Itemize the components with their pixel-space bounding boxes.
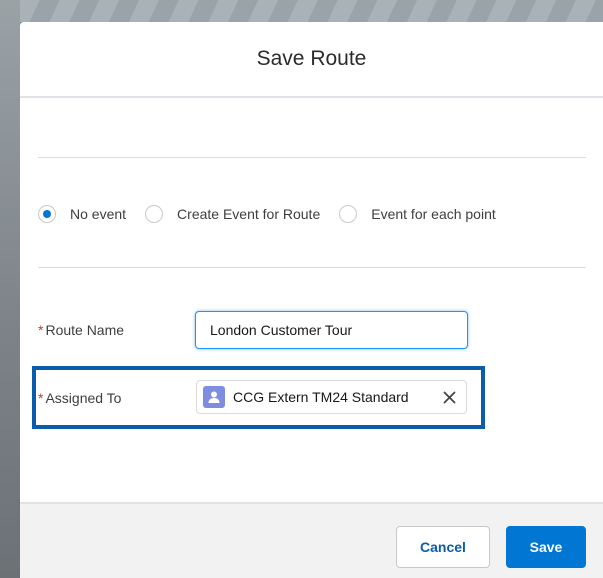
divider (38, 157, 586, 158)
required-marker: * (38, 322, 44, 338)
close-icon[interactable] (443, 391, 456, 404)
save-route-modal: Save Route No event Create Event for Rou… (20, 22, 603, 578)
radio-dot-icon (43, 210, 51, 218)
assigned-to-value: CCG Extern TM24 Standard (233, 389, 409, 405)
route-name-input[interactable] (195, 311, 468, 349)
radio-unchecked-icon[interactable] (145, 205, 164, 223)
user-avatar-icon (203, 386, 225, 408)
save-button[interactable]: Save (506, 526, 586, 568)
radio-event-for-each-point[interactable]: Event for each point (339, 205, 496, 223)
modal-title: Save Route (256, 47, 367, 70)
assigned-to-label-text: Assigned To (45, 390, 122, 406)
radio-no-event[interactable]: No event (38, 205, 126, 223)
radio-label: Create Event for Route (177, 206, 321, 222)
modal-header: Save Route (20, 22, 603, 98)
radio-label: Event for each point (371, 206, 496, 222)
map-background (0, 0, 603, 22)
assigned-to-label: * Assigned To (38, 390, 121, 406)
map-background-left (0, 0, 20, 578)
route-name-label: * Route Name (38, 322, 124, 338)
user-icon (208, 391, 220, 403)
radio-create-event-for-route[interactable]: Create Event for Route (145, 205, 320, 223)
radio-label: No event (70, 206, 127, 222)
divider (38, 267, 586, 268)
event-radio-group: No event Create Event for Route Event fo… (38, 202, 515, 226)
radio-unchecked-icon[interactable] (339, 205, 358, 223)
assigned-to-pill[interactable]: CCG Extern TM24 Standard (196, 380, 467, 414)
cancel-button[interactable]: Cancel (396, 526, 490, 568)
modal-footer: Cancel Save (20, 502, 603, 578)
radio-checked-icon[interactable] (38, 205, 56, 223)
clear-assigned-to-button[interactable] (434, 382, 464, 412)
route-name-label-text: Route Name (45, 322, 125, 338)
required-marker: * (38, 390, 44, 406)
